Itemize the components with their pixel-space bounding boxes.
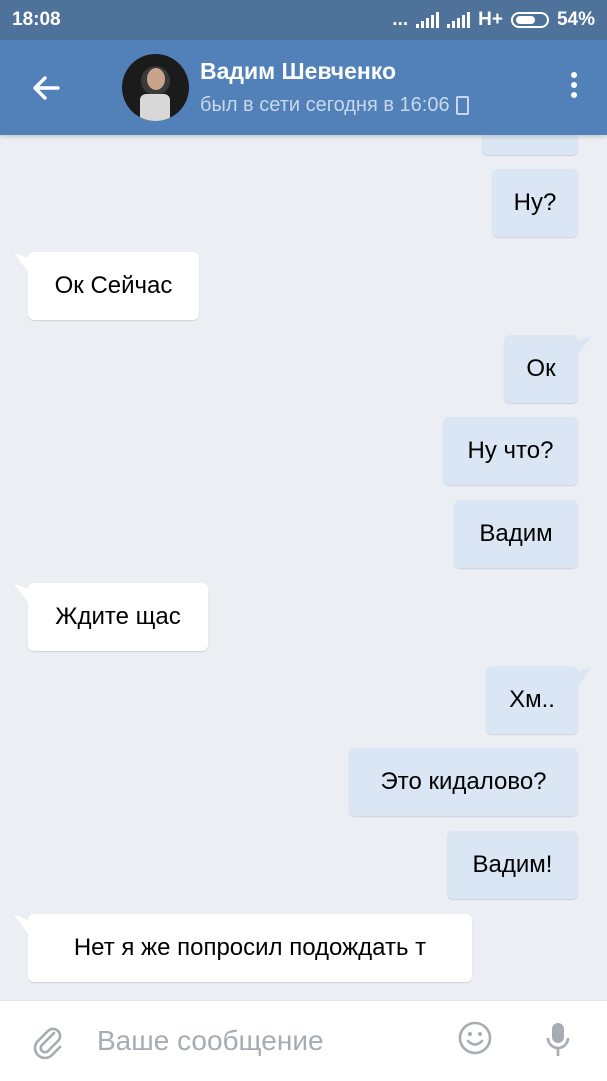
contact-name[interactable]: Вадим Шевченко: [200, 58, 396, 85]
voice-message-button[interactable]: [546, 1021, 570, 1059]
mobile-phone-icon: [455, 96, 469, 115]
battery-icon: [510, 12, 549, 28]
message-bubble[interactable]: Это кидалово?: [349, 748, 578, 816]
message-text: Это кидалово?: [380, 768, 547, 795]
message-bubble[interactable]: Вадим: [454, 500, 578, 568]
paperclip-icon: [33, 1027, 62, 1060]
message-input[interactable]: Ваше сообщение: [97, 1025, 324, 1057]
chat-header: Вадим Шевченко был в сети сегодня в 16:0…: [0, 40, 607, 135]
message-text: Ну что?: [467, 437, 554, 464]
message-text: Ок: [526, 355, 556, 382]
status-time: 18:08: [12, 9, 61, 30]
arrow-left-icon: [33, 76, 60, 100]
message-bubble[interactable]: Ну что?: [443, 417, 578, 485]
message-bubble[interactable]: Ок: [504, 335, 578, 403]
message-bubble[interactable]: Ок Сейчас: [28, 252, 199, 320]
battery-percent: 54%: [556, 9, 595, 30]
attach-button[interactable]: [30, 1023, 64, 1060]
emoji-button[interactable]: [458, 1021, 492, 1055]
signal-icon: [416, 12, 440, 28]
message-text: Вадим: [479, 520, 553, 547]
message-text: Нет я же попросил подождать т: [73, 934, 427, 961]
message-bubble[interactable]: Хм..: [486, 666, 578, 734]
message-bubble[interactable]: Вадим!: [447, 831, 578, 899]
message-text: Ну?: [513, 189, 557, 216]
message-composer: Ваше сообщение: [0, 1000, 607, 1081]
more-menu-button[interactable]: [569, 72, 579, 102]
microphone-icon: [546, 1023, 570, 1056]
back-button[interactable]: [28, 70, 64, 106]
message-text: Ок Сейчас: [54, 272, 173, 299]
more-vertical-icon: [569, 72, 579, 98]
message-text: Ждите щас: [55, 603, 181, 630]
message-bubble[interactable]: Нет я же попросил подождать т: [28, 914, 472, 982]
message-list[interactable]: Ну? Ок Сейчас Ок Ну что? Вадим Ждите щас…: [0, 135, 607, 1000]
message-bubble[interactable]: Ну?: [492, 169, 578, 237]
status-bar: 18:08 ... H+ 54%: [0, 0, 607, 40]
signal-icon-2: [447, 12, 471, 28]
last-seen-status: был в сети сегодня в 16:06: [200, 94, 469, 117]
smile-icon: [458, 1021, 492, 1055]
message-text: Вадим!: [472, 851, 553, 878]
avatar[interactable]: [122, 54, 189, 121]
message-bubble[interactable]: Ждите щас: [28, 583, 208, 651]
status-dots: ...: [392, 9, 409, 30]
message-text: Хм..: [509, 686, 555, 713]
message-bubble-cut[interactable]: [482, 135, 578, 155]
last-seen-text: был в сети сегодня в 16:06: [200, 94, 450, 116]
network-type: H+: [478, 9, 503, 30]
